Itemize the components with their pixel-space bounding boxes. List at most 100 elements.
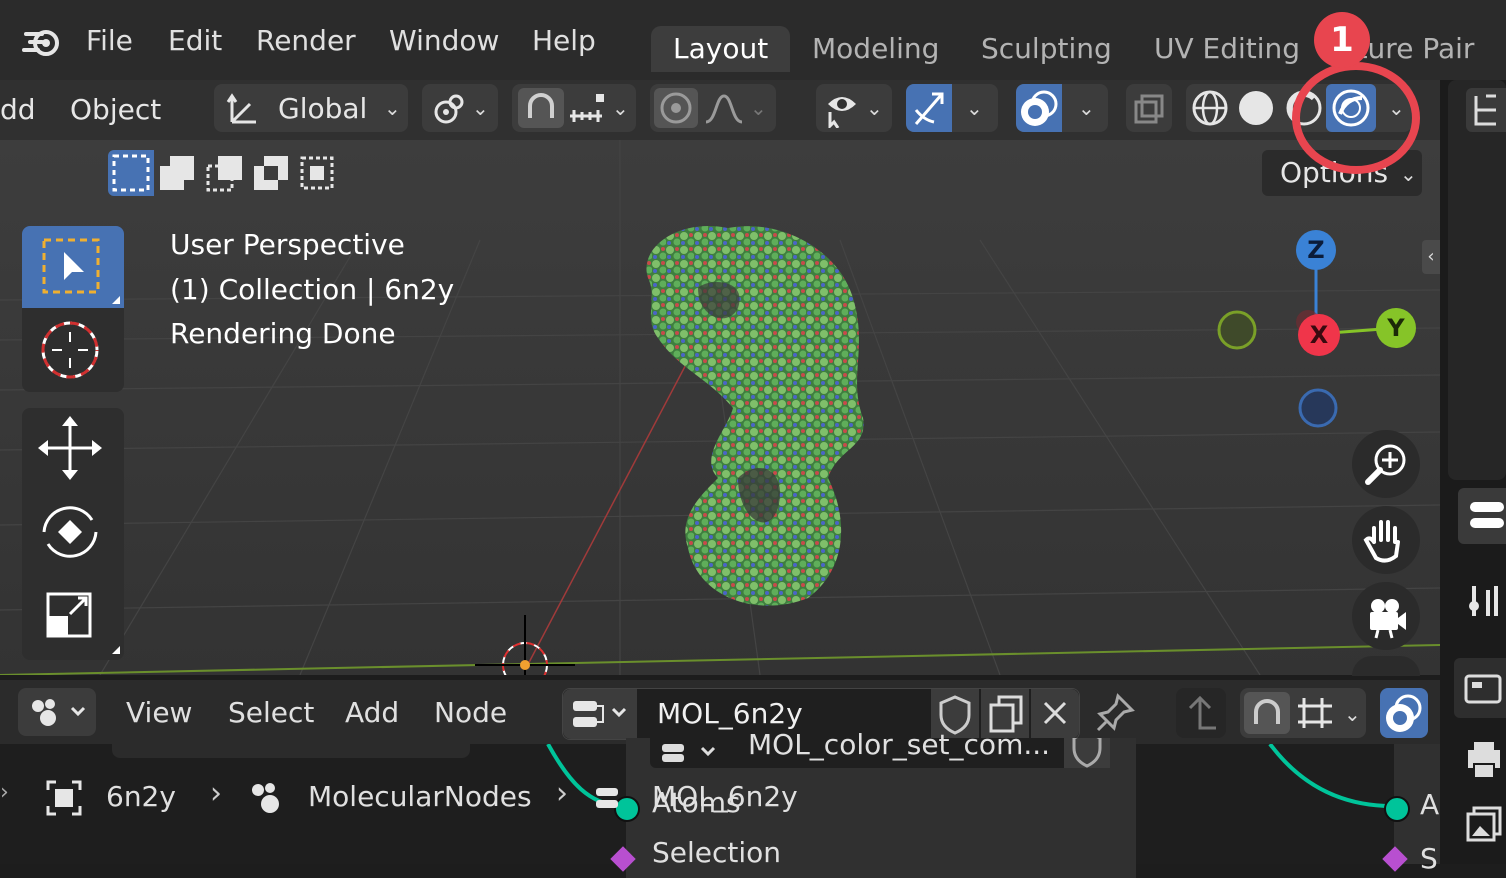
orientation-icon: [226, 92, 260, 126]
properties-editor-icon[interactable]: [1458, 488, 1506, 544]
chevron-right-icon: ›: [210, 776, 222, 811]
snap-grid-icon[interactable]: [1296, 694, 1336, 732]
right-socket-label-s: S: [1420, 842, 1438, 875]
zoom-button[interactable]: [1352, 430, 1420, 498]
axis-x-handle[interactable]: X: [1298, 314, 1340, 356]
tab-sculpting[interactable]: Sculpting: [959, 26, 1134, 72]
select-extend-icon[interactable]: [156, 152, 198, 194]
chevron-down-icon[interactable]: ⌄: [1344, 702, 1361, 726]
chevron-down-icon[interactable]: ⌄: [612, 96, 629, 120]
menu-help[interactable]: Help: [532, 24, 596, 57]
snap-magnet-icon[interactable]: [1244, 692, 1290, 734]
menu-object[interactable]: Object: [70, 93, 161, 126]
render-status-label: Rendering Done: [170, 317, 396, 350]
view-name-label: User Perspective: [170, 228, 405, 261]
snap-increment-icon[interactable]: [568, 92, 608, 126]
outliner-display-icon[interactable]: [1466, 88, 1506, 132]
chevron-down-icon[interactable]: ⌄: [866, 96, 883, 120]
axis-z-handle[interactable]: Z: [1296, 230, 1336, 270]
chevron-down-icon[interactable]: ⌄: [1078, 96, 1095, 120]
select-difference-icon[interactable]: [250, 152, 292, 194]
select-box-tool[interactable]: [22, 226, 124, 308]
chevron-down-icon[interactable]: ⌄: [750, 96, 767, 120]
scale-tool[interactable]: [22, 576, 124, 658]
proportional-editing-icon[interactable]: [654, 88, 698, 128]
tool-group-transform: [22, 408, 124, 660]
axis-x-label: X: [1309, 321, 1329, 349]
menu-select[interactable]: Select: [228, 696, 314, 729]
3d-cursor-icon[interactable]: [470, 610, 580, 675]
xray-toggle[interactable]: [1126, 84, 1172, 132]
node-group-name[interactable]: MOL_6n2y: [657, 697, 803, 730]
menu-edit[interactable]: Edit: [168, 24, 222, 57]
falloff-icon[interactable]: [704, 92, 744, 126]
object-icon: [46, 780, 82, 816]
move-tool[interactable]: [22, 408, 124, 490]
node-editor-canvas[interactable]: MOL_color_set_com... Atoms Selection › 6…: [0, 728, 1440, 878]
socket-selection-label: Selection: [652, 836, 782, 869]
tab-layout[interactable]: Layout: [651, 26, 791, 72]
overlays-toggle-icon[interactable]: [1016, 84, 1062, 132]
node-snapping-group: ⌄: [1240, 688, 1366, 738]
pin-icon[interactable]: [1092, 690, 1138, 736]
outliner-area: [1448, 80, 1506, 480]
properties-panel-strip: [1440, 80, 1506, 864]
axis-neg-y-handle[interactable]: [1217, 310, 1257, 350]
annotation-step-number: 1: [1330, 20, 1354, 60]
breadcrumb-group: MOL_6n2y: [652, 780, 798, 813]
solid-shading-icon[interactable]: [1236, 88, 1276, 128]
tool-properties-icon[interactable]: [1460, 576, 1506, 622]
menu-view[interactable]: View: [126, 696, 192, 729]
node-frame[interactable]: [112, 738, 470, 758]
pan-button[interactable]: [1352, 506, 1420, 574]
camera-view-button[interactable]: [1352, 582, 1420, 650]
fake-user-button[interactable]: [1064, 738, 1110, 768]
visibility-dropdown[interactable]: ⌄: [816, 84, 892, 132]
menu-add-node[interactable]: Add: [345, 696, 399, 729]
select-box-icon: [42, 238, 120, 304]
select-new-icon[interactable]: [108, 150, 154, 196]
annotation-step-badge: 1: [1314, 12, 1370, 68]
color-node-selector[interactable]: MOL_color_set_com...: [650, 728, 1110, 768]
axis-neg-z-handle[interactable]: [1298, 388, 1338, 428]
camera-icon: [1370, 599, 1406, 639]
tab-uv-editing[interactable]: UV Editing: [1132, 26, 1322, 72]
menu-add[interactable]: dd: [0, 93, 36, 126]
select-intersect-icon[interactable]: [296, 152, 338, 194]
cursor-tool[interactable]: [22, 310, 124, 392]
menu-render[interactable]: Render: [256, 24, 356, 57]
node-overlays-toggle[interactable]: [1380, 688, 1428, 738]
geometry-nodes-icon: [32, 699, 86, 726]
menu-node[interactable]: Node: [434, 696, 507, 729]
editor-type-dropdown[interactable]: [18, 688, 96, 736]
snap-magnet-icon[interactable]: [518, 88, 564, 128]
geometry-nodes-modifier-icon: [252, 783, 279, 813]
view-layer-properties-icon[interactable]: [1464, 802, 1504, 848]
select-subtract-icon[interactable]: [204, 152, 246, 194]
render-properties-icon[interactable]: [1454, 658, 1506, 718]
right-socket-label-a: A: [1420, 788, 1440, 821]
menu-file[interactable]: File: [86, 24, 133, 57]
sidebar-toggle[interactable]: ‹: [1422, 240, 1440, 274]
gizmo-group: ⌄: [906, 84, 998, 132]
transform-orientation-dropdown[interactable]: Global ⌄: [214, 84, 408, 132]
node-tree-icon: [596, 788, 618, 808]
rotate-tool[interactable]: [22, 492, 124, 574]
menu-window[interactable]: Window: [389, 24, 499, 57]
browse-node-group-button[interactable]: [563, 689, 637, 739]
output-properties-icon[interactable]: [1464, 736, 1504, 782]
chevron-down-icon[interactable]: ⌄: [966, 96, 983, 120]
overlays-group: ⌄: [1016, 84, 1108, 132]
output-socket[interactable]: [1384, 796, 1410, 822]
blender-logo-icon[interactable]: [22, 22, 64, 64]
perspective-toggle-button[interactable]: [1352, 656, 1420, 676]
axis-z-label: Z: [1307, 236, 1325, 264]
annotation-circle: [1292, 62, 1420, 174]
collection-label: (1) Collection | 6n2y: [170, 273, 455, 306]
axis-y-handle[interactable]: Y: [1376, 308, 1416, 348]
gizmo-toggle-icon[interactable]: [906, 84, 952, 132]
tab-modeling[interactable]: Modeling: [790, 26, 961, 72]
parent-node-tree-button[interactable]: [1176, 688, 1226, 738]
wireframe-shading-icon[interactable]: [1190, 88, 1230, 128]
pivot-point-dropdown[interactable]: ⌄: [422, 84, 498, 132]
